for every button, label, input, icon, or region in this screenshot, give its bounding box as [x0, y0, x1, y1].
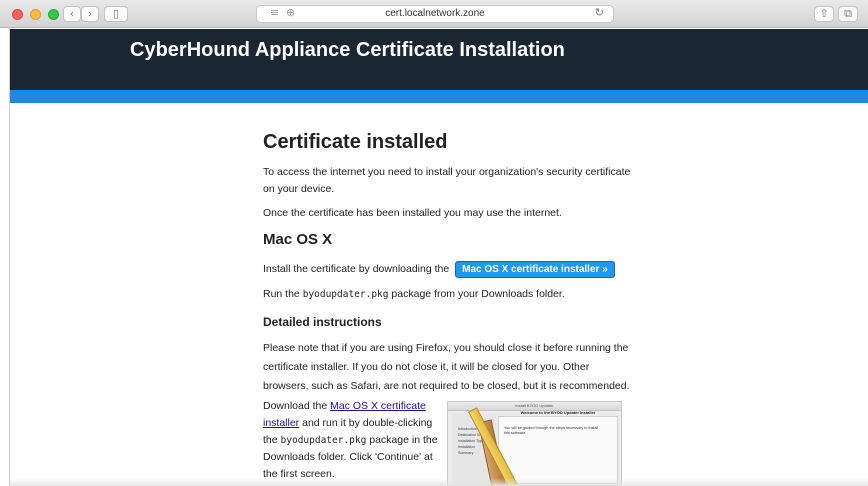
run-prefix: Run the	[263, 288, 300, 300]
mac-os-heading: Mac OS X	[263, 231, 333, 248]
after-install-text: Once the certificate has been installed …	[263, 207, 562, 219]
zoom-window-button[interactable]	[48, 9, 59, 20]
run-instruction: Run the byodupdater.pkg package from you…	[263, 286, 565, 303]
share-icon: ⇧	[819, 7, 829, 20]
installer-body-text: You will be guided through the steps nec…	[504, 426, 599, 435]
forward-button[interactable]: ›	[81, 6, 99, 22]
package-name-2: byodupdater.pkg	[280, 435, 367, 446]
url-text[interactable]: cert.localnetwork.zone	[257, 8, 613, 19]
page-title: Certificate installed	[263, 131, 448, 153]
tabs-icon: ⧉	[844, 7, 852, 20]
address-bar[interactable]: ≡ ⊕ cert.localnetwork.zone ↻	[256, 5, 614, 23]
site-title: CyberHound Appliance Certificate Install…	[130, 39, 565, 61]
bottom-fade	[10, 478, 868, 486]
tabs-overview-button[interactable]: ⧉	[838, 6, 858, 22]
close-window-button[interactable]	[12, 9, 23, 20]
run-suffix: package from your Downloads folder.	[391, 288, 565, 300]
package-name: byodupdater.pkg	[302, 289, 389, 300]
reload-icon[interactable]: ↻	[595, 6, 604, 19]
sidebar-toggle-button[interactable]: ▯	[104, 6, 128, 22]
install-text: Install the certificate by downloading t…	[263, 263, 450, 275]
download-prefix: Download the	[263, 400, 328, 412]
detailed-instructions-heading: Detailed instructions	[263, 315, 382, 329]
back-button[interactable]: ‹	[63, 6, 81, 22]
sidebar-icon: ▯	[112, 7, 120, 20]
site-header: CyberHound Appliance Certificate Install…	[10, 29, 868, 90]
browser-toolbar: ‹ › ▯ ≡ ⊕ cert.localnetwork.zone ↻ ⇧ ⧉	[0, 0, 868, 28]
header-accent-bar	[10, 90, 868, 103]
installer-screenshot: Install BYOD Updater Introduction Destin…	[447, 401, 622, 486]
chevron-right-icon: ›	[87, 7, 93, 20]
minimize-window-button[interactable]	[30, 9, 41, 20]
page-gutter	[0, 28, 10, 486]
firefox-note: Please note that if you are using Firefo…	[263, 342, 630, 392]
installer-welcome-heading: Welcome to the BYOD Updater Installer	[520, 410, 596, 415]
install-instruction: Install the certificate by downloading t…	[263, 261, 615, 278]
download-installer-button[interactable]: Mac OS X certificate installer »	[455, 261, 615, 278]
browser-window: ‹ › ▯ ≡ ⊕ cert.localnetwork.zone ↻ ⇧ ⧉ C…	[0, 0, 868, 486]
download-instruction: Download the Mac OS X certificate instal…	[263, 398, 445, 483]
chevron-left-icon: ‹	[69, 7, 75, 20]
intro-text: To access the internet you need to insta…	[263, 166, 631, 195]
share-button[interactable]: ⇧	[814, 6, 834, 22]
